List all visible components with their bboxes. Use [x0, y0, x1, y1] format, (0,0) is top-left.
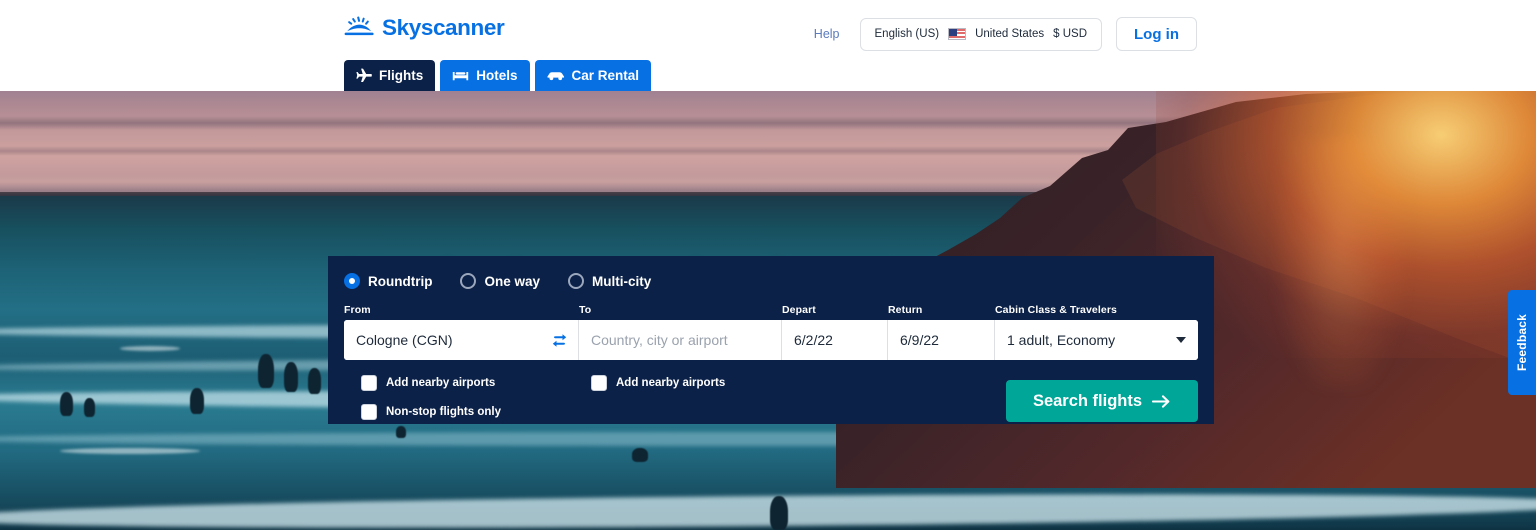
skyscanner-logo[interactable]: Skyscanner: [344, 14, 505, 40]
checkbox-add-nearby-airports-to[interactable]: Add nearby airports: [591, 373, 725, 392]
plane-icon: [356, 68, 372, 82]
tab-label: Hotels: [476, 68, 518, 83]
return-value: 6/9/22: [900, 332, 939, 348]
foam: [60, 448, 200, 454]
trip-type-label: Roundtrip: [368, 273, 433, 289]
login-button[interactable]: Log in: [1116, 17, 1197, 51]
option-label: Add nearby airports: [616, 376, 726, 389]
trip-type-group: Roundtrip One way Multi-city: [344, 270, 1198, 292]
swap-arrows-icon[interactable]: [548, 329, 570, 351]
surfer-silhouette: [60, 392, 73, 416]
trip-type-roundtrip[interactable]: Roundtrip: [344, 273, 432, 289]
sun-flare-secondary: [1276, 138, 1406, 388]
language-value: English (US): [874, 28, 940, 40]
to-placeholder: Country, city or airport: [591, 332, 728, 348]
arrow-right-icon: [1152, 394, 1170, 408]
trip-type-label: One way: [484, 273, 541, 289]
surfer-silhouette: [258, 354, 274, 388]
locale-selector[interactable]: English (US) United States $ USD: [859, 17, 1102, 51]
from-value: Cologne (CGN): [356, 332, 453, 348]
wave: [0, 488, 1536, 530]
trip-type-multi-city[interactable]: Multi-city: [568, 273, 651, 289]
surfer-silhouette: [632, 448, 648, 462]
field-label-row: From To Depart Return Cabin Class & Trav…: [344, 304, 1198, 317]
from-input[interactable]: Cologne (CGN): [344, 320, 579, 360]
checkbox-add-nearby-airports-from[interactable]: Add nearby airports: [361, 373, 495, 392]
tab-car-rental[interactable]: Car Rental: [534, 60, 652, 91]
depart-value: 6/2/22: [794, 332, 833, 348]
car-icon: [546, 72, 564, 81]
surfer-silhouette: [84, 398, 95, 417]
tab-label: Car Rental: [571, 68, 640, 83]
search-flights-button[interactable]: Search flights: [1006, 380, 1198, 422]
option-label: Add nearby airports: [386, 376, 496, 389]
option-label: Non-stop flights only: [386, 405, 501, 418]
primary-nav-tabs: Flights Hotels Car Rental: [344, 60, 652, 91]
feedback-label: Feedback: [1515, 314, 1529, 371]
to-label: To: [579, 304, 592, 316]
surfer-silhouette: [284, 362, 298, 392]
trip-type-label: Multi-city: [592, 273, 652, 289]
checkbox-non-stop-flights-only[interactable]: Non-stop flights only: [361, 402, 501, 421]
trip-type-one-way[interactable]: One way: [460, 273, 540, 289]
tab-label: Flights: [379, 68, 424, 83]
return-date-input[interactable]: 6/9/22: [888, 320, 995, 360]
to-input[interactable]: Country, city or airport: [579, 320, 782, 360]
search-fields-row: Cologne (CGN) Country, city or airport 6…: [344, 320, 1198, 360]
radio-roundtrip-icon[interactable]: [344, 273, 360, 289]
cabin-class-travelers-select[interactable]: 1 adult, Economy: [995, 320, 1198, 360]
search-options: Add nearby airports Add nearby airports …: [344, 373, 1198, 431]
surfer-silhouette: [770, 496, 788, 530]
tab-hotels[interactable]: Hotels: [440, 60, 530, 91]
country-value: United States: [975, 28, 1045, 40]
cabin-value: 1 adult, Economy: [1007, 332, 1116, 348]
tab-flights[interactable]: Flights: [344, 60, 436, 91]
from-label: From: [344, 304, 371, 316]
sunburst-horizon-icon: [344, 16, 374, 36]
radio-multi-city-icon[interactable]: [568, 273, 585, 289]
skyscanner-homepage: Let the journey begin Roundtrip One way …: [0, 0, 1536, 530]
checkbox-icon[interactable]: [361, 374, 377, 391]
logo-text: Skyscanner: [382, 14, 505, 40]
radio-one-way-icon[interactable]: [460, 273, 477, 289]
help-link[interactable]: Help: [808, 23, 846, 45]
site-header: Skyscanner Help English (US) United Stat…: [0, 0, 1536, 91]
surfer-silhouette: [308, 368, 321, 394]
surfer-silhouette: [190, 388, 204, 414]
depart-date-input[interactable]: 6/2/22: [782, 320, 888, 360]
depart-label: Depart: [782, 304, 816, 316]
header-actions: Help English (US) United States $ USD Lo…: [808, 17, 1197, 51]
feedback-tab[interactable]: Feedback: [1508, 290, 1536, 395]
bed-icon: [453, 71, 469, 80]
chevron-down-icon[interactable]: [1176, 337, 1186, 343]
checkbox-icon[interactable]: [361, 403, 377, 420]
cabin-label: Cabin Class & Travelers: [995, 304, 1117, 316]
search-flights-label: Search flights: [1032, 391, 1143, 410]
return-label: Return: [888, 304, 923, 316]
currency-value: $ USD: [1053, 28, 1087, 40]
checkbox-icon[interactable]: [591, 374, 607, 391]
flight-search-panel: Roundtrip One way Multi-city From To Dep…: [328, 256, 1214, 424]
foam: [120, 346, 180, 351]
us-flag-icon: [948, 28, 967, 40]
